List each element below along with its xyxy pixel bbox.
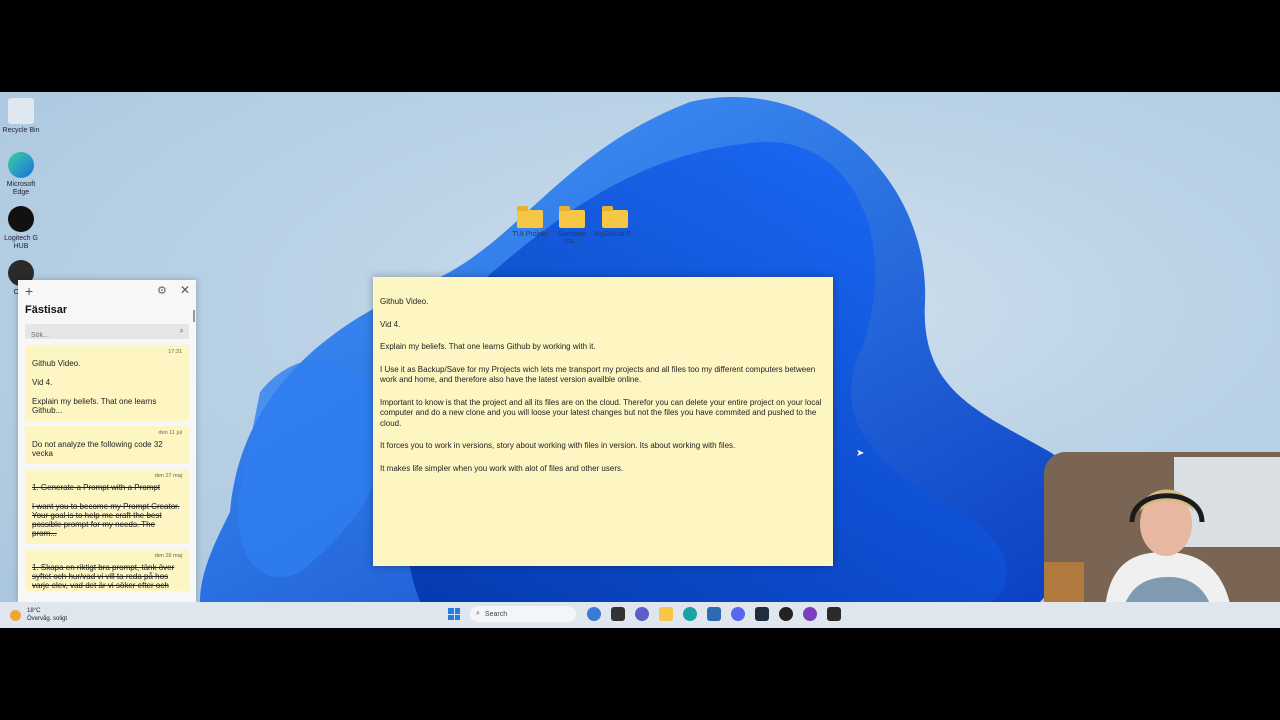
recycle-bin-icon [8,98,34,124]
obs-icon[interactable] [779,607,793,621]
note-paragraph: Vid 4. [380,319,401,329]
search-input[interactable] [25,328,177,343]
note-line: 1. Skapa en riktigt bra prompt, tänk öve… [32,563,175,591]
desktop-icon-label: Logitech G HUB [4,235,38,250]
notes-search-box: ⌕ [25,324,189,343]
folder-label: Samlade Ins... [558,231,586,245]
sun-icon [10,609,21,621]
logitech-icon [8,206,34,232]
note-date: 17:31 [168,349,182,355]
note-item[interactable]: 17:31 Github Video. Vid 4. Explain my be… [25,345,189,421]
desktop-folder[interactable]: TUI Projekt [508,206,552,238]
note-paragraph: It makes life simpler when you work with… [380,463,624,473]
desktop-screen: Recycle Bin Microsoft Edge Logitech G HU… [0,92,1280,628]
desktop-icon-label: Microsoft Edge [6,181,36,196]
note-line: Github Video. [32,359,81,368]
note-line: Do not analyze the following code 32 vec… [32,440,163,458]
folder-label: TUI Projekt [512,231,548,238]
notes-titlebar: + ⚙ ✕ [18,280,196,302]
note-date: den 27 maj [154,473,182,479]
taskbar-search[interactable]: ⌕ Search [470,606,576,622]
search-label: Search [484,610,508,618]
desktop-folder[interactable]: Samlade Ins... [550,206,594,245]
start-icon[interactable] [448,608,460,620]
note-line: 1. Generate a Prompt with a Prompt [32,483,161,492]
mouse-cursor-icon: ➤ [856,448,865,459]
gear-icon[interactable]: ⚙ [157,284,167,297]
note-item[interactable]: den 26 maj 1. Skapa en riktigt bra promp… [25,549,189,591]
note-item[interactable]: den 11 jul Do not analyze the following … [25,426,189,464]
weather-temp: 18°C [27,608,41,614]
github-desktop-icon[interactable] [803,607,817,621]
weather-desc: Övervåg. soligt [27,616,68,622]
note-paragraph: It forces you to work in versions, story… [380,441,736,450]
scrollbar[interactable] [193,310,195,322]
notes-panel-title: Fästisar [25,304,68,316]
close-icon[interactable]: ✕ [180,283,190,297]
search-icon: ⌕ [476,610,480,617]
note-date: den 11 jul [158,430,182,436]
note-paragraph: Important to know is that the project an… [380,397,822,428]
add-note-button[interactable]: + [25,283,33,299]
folder-icon [517,206,543,228]
note-paragraph: I Use it as Backup/Save for my Projects … [380,364,816,385]
chat-icon[interactable] [635,607,649,621]
note-item[interactable]: den 27 maj 1. Generate a Prompt with a P… [25,469,189,544]
discord-icon[interactable] [731,607,745,621]
edge-icon[interactable] [683,607,697,621]
store-icon[interactable] [707,607,721,621]
note-paragraph: Github Video. [380,297,429,306]
search-icon[interactable]: ⌕ [180,326,184,336]
task-view-icon[interactable] [611,607,625,621]
taskbar: 18°C Övervåg. soligt ⌕ Search [0,602,1280,628]
terminal-icon[interactable] [827,607,841,621]
note-line: Explain my beliefs. That one learns Gith… [32,397,157,415]
desktop-icon-label: Recycle Bin [2,127,40,134]
note-line: Vid 4. [32,378,53,387]
note-date: den 26 maj [154,553,182,559]
desktop-icon-logitech[interactable]: Logitech G HUB [0,206,42,251]
note-paragraph: Explain my beliefs. That one learns Gith… [380,342,596,351]
edge-icon [8,152,34,178]
sticky-notes-list-window: + ⚙ ✕ Fästisar ⌕ 17:31 Github Video. Vid… [18,280,196,602]
file-explorer-icon[interactable] [659,607,673,621]
sticky-note-editor[interactable]: Github Video. Vid 4. Explain my beliefs.… [373,277,833,566]
note-line: I want you to become my Prompt Creator. … [32,502,180,538]
copilot-icon[interactable] [587,607,601,621]
sticky-notes-icon[interactable] [755,607,769,621]
folder-icon [559,206,585,228]
folder-label: MyGithub P... [594,231,636,238]
desktop-folder[interactable]: MyGithub P... [593,206,637,238]
desktop-icon-recycle-bin[interactable]: Recycle Bin [0,98,42,135]
folder-icon [602,206,628,228]
weather-widget[interactable]: 18°C Övervåg. soligt [10,607,67,623]
desktop-icon-edge[interactable]: Microsoft Edge [0,152,42,197]
